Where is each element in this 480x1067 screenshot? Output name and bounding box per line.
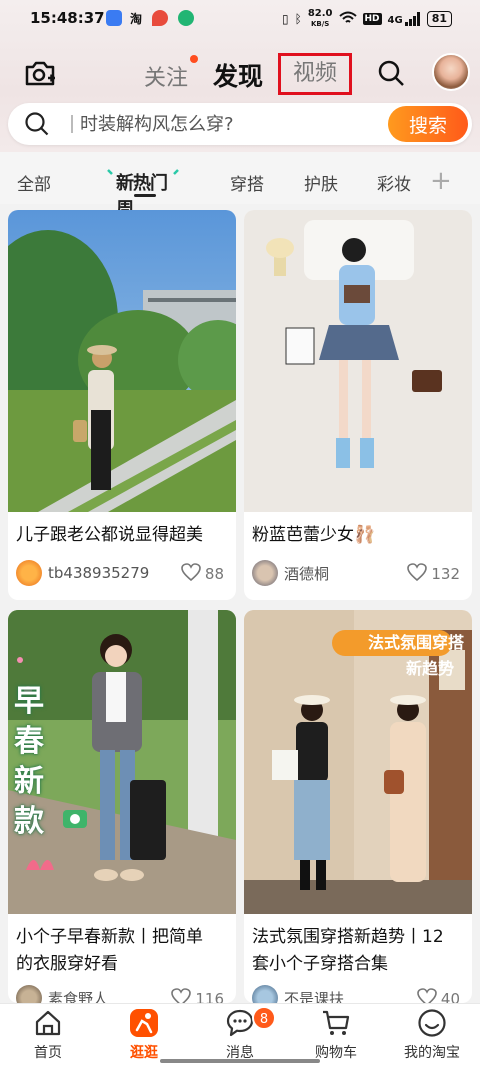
feed-image — [8, 210, 236, 512]
category-outfit[interactable]: 穿搭 — [230, 170, 264, 195]
feed-author[interactable]: 素食野人 — [16, 985, 108, 1003]
camera-add-icon[interactable] — [24, 58, 56, 88]
feed-title: 粉蓝芭蕾少女🩰 — [252, 525, 376, 545]
maps-notification-icon — [152, 10, 168, 26]
category-tabs: 全部 新热门周 穿搭 护肤 彩妆 — [0, 152, 480, 220]
category-makeup[interactable]: 彩妆 — [377, 170, 411, 195]
feed-author[interactable]: tb438935279 — [16, 560, 149, 586]
like-count[interactable]: 132 — [407, 563, 460, 585]
message-icon — [225, 1008, 255, 1038]
search-divider — [71, 115, 73, 133]
heart-icon — [171, 988, 192, 1003]
taobao-notification-icon: 淘 — [130, 12, 143, 26]
home-icon — [33, 1008, 63, 1038]
top-header: 15:48:37 淘 ▯ ᛒ 82.0 KB/S HD 4G 81 关注 发现 … — [0, 0, 480, 152]
category-skincare[interactable]: 护肤 — [304, 170, 338, 195]
add-category-icon[interactable]: + — [430, 166, 452, 196]
search-bar: 搜索 — [8, 103, 472, 145]
like-count[interactable]: 40 — [417, 988, 460, 1003]
signal-icon: 4G — [388, 12, 421, 26]
feed-card[interactable]: 儿子跟老公都说显得超美 tb438935279 88 — [8, 210, 236, 600]
feed-title: 小个子早春新款丨把简单 的衣服穿好看 — [16, 927, 203, 974]
feed-title: 儿子跟老公都说显得超美 — [16, 525, 203, 545]
author-avatar — [16, 560, 42, 586]
heart-icon — [407, 563, 428, 585]
search-input[interactable] — [80, 109, 380, 139]
like-count[interactable]: 88 — [181, 563, 224, 585]
gesture-home-bar[interactable] — [160, 1059, 320, 1063]
category-new-hot-week[interactable]: 新热门周 — [106, 164, 182, 220]
heart-icon — [417, 988, 437, 1003]
feed-author[interactable]: 不是课扶 — [252, 985, 344, 1003]
tab-follow[interactable]: 关注 — [144, 60, 188, 92]
feed-card[interactable]: 早 春 新 款 小个子早春新款丨把简单 的衣服穿好看 素食野人 116 — [8, 610, 236, 1003]
vibrate-icon: ▯ — [282, 12, 289, 26]
battery-icon: 81 — [426, 11, 452, 27]
tab-home[interactable]: 首页 — [8, 1008, 88, 1062]
feed-title: 法式氛围穿搭新趋势丨12 套小个子穿搭合集 — [252, 927, 444, 974]
feed-card[interactable]: 法式氛围穿搭 新趋势 法式氛围穿搭新趋势丨12 套小个子穿搭合集 不是课扶 40 — [244, 610, 472, 1003]
like-count[interactable]: 116 — [171, 988, 224, 1003]
spring-new-overlay: 早 春 新 款 — [14, 684, 44, 839]
bottom-tab-bar: 首页 逛逛 消息 购物车 我的淘宝 — [0, 1003, 480, 1067]
tab-discover[interactable]: 发现 — [213, 57, 263, 93]
feed-author[interactable]: 酒德桐 — [252, 560, 329, 586]
feed-image: 法式氛围穿搭 新趋势 — [244, 610, 472, 914]
tab-video[interactable]: 视频 — [278, 53, 352, 95]
status-time: 15:48:37 — [30, 9, 105, 27]
search-icon — [24, 111, 50, 137]
cart-icon — [321, 1008, 351, 1038]
search-button[interactable]: 搜索 — [388, 106, 468, 142]
category-all[interactable]: 全部 — [17, 170, 51, 195]
feed-image: 早 春 新 款 — [8, 610, 236, 914]
bluetooth-icon: ᛒ — [294, 12, 302, 26]
user-avatar[interactable] — [432, 53, 470, 91]
french-style-overlay: 法式氛围穿搭 新趋势 — [367, 633, 464, 678]
feed-image — [244, 210, 472, 512]
profile-face-icon — [417, 1008, 447, 1038]
status-bar: 15:48:37 淘 ▯ ᛒ 82.0 KB/S HD 4G 81 — [0, 0, 480, 38]
tab-browse[interactable]: 逛逛 — [104, 1008, 184, 1062]
top-nav: 关注 发现 视频 — [0, 50, 480, 98]
wifi-icon — [338, 11, 357, 28]
search-icon[interactable] — [377, 59, 405, 87]
tab-cart[interactable]: 购物车 — [296, 1008, 376, 1062]
author-avatar — [252, 985, 278, 1003]
status-indicators: ▯ ᛒ 82.0 KB/S HD 4G 81 — [282, 9, 452, 29]
author-avatar — [252, 560, 278, 586]
feed-card[interactable]: 粉蓝芭蕾少女🩰 酒德桐 132 — [244, 210, 472, 600]
app-notification-icon — [106, 10, 122, 26]
network-speed: 82.0 KB/S — [307, 8, 333, 29]
hd-icon: HD — [362, 13, 382, 25]
follow-update-dot — [190, 55, 198, 63]
tab-my-taobao[interactable]: 我的淘宝 — [392, 1008, 472, 1062]
chat-notification-icon — [178, 10, 194, 26]
message-badge: 8 — [252, 1006, 276, 1030]
active-underline — [134, 194, 156, 197]
heart-icon — [181, 563, 201, 585]
browse-icon — [129, 1008, 159, 1038]
author-avatar — [16, 985, 42, 1003]
